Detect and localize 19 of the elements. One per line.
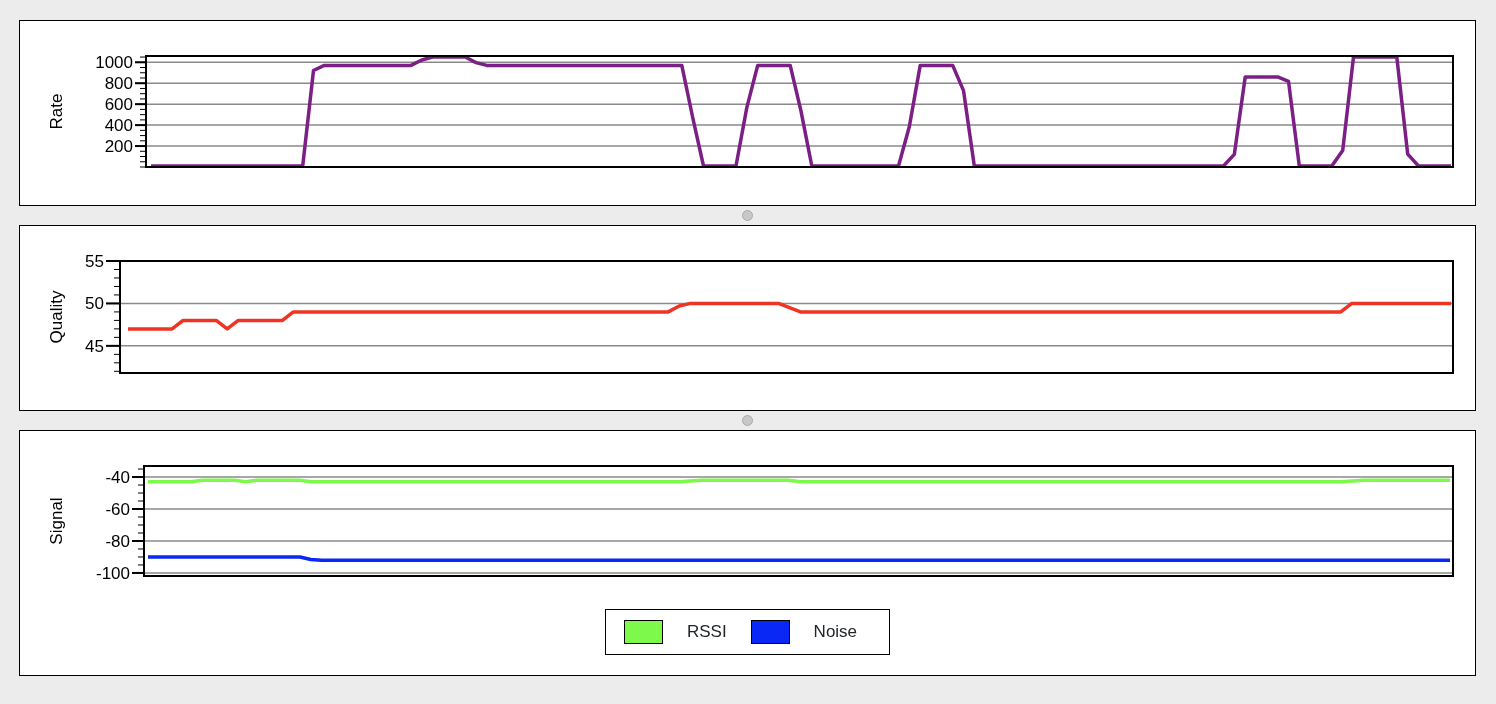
axis-tick-label: -40 [105, 468, 130, 488]
axis-tick-label: -100 [95, 563, 130, 583]
axis-title: Signal [47, 497, 66, 545]
axis-tick-label: 45 [85, 336, 104, 356]
axis-tick-label: 55 [85, 252, 104, 271]
axis-tick-label: -60 [105, 500, 130, 519]
axis-tick-label: 600 [104, 95, 133, 115]
axis-tick-label: 800 [104, 74, 133, 94]
axis-title: Rate [47, 93, 66, 130]
legend-label: RSSI [686, 621, 727, 643]
axis-tick-label: -80 [105, 532, 130, 551]
axis-title: Quality [47, 290, 66, 344]
axis-tick-label: 400 [104, 116, 133, 136]
splitter-handle[interactable] [742, 210, 753, 221]
axis-tick-label: 1000 [95, 53, 133, 73]
legend-label: Noise [813, 621, 858, 643]
splitter-handle[interactable] [742, 415, 753, 426]
axis-tick-label: 200 [104, 137, 133, 157]
axis-tick-label: 50 [85, 294, 104, 314]
